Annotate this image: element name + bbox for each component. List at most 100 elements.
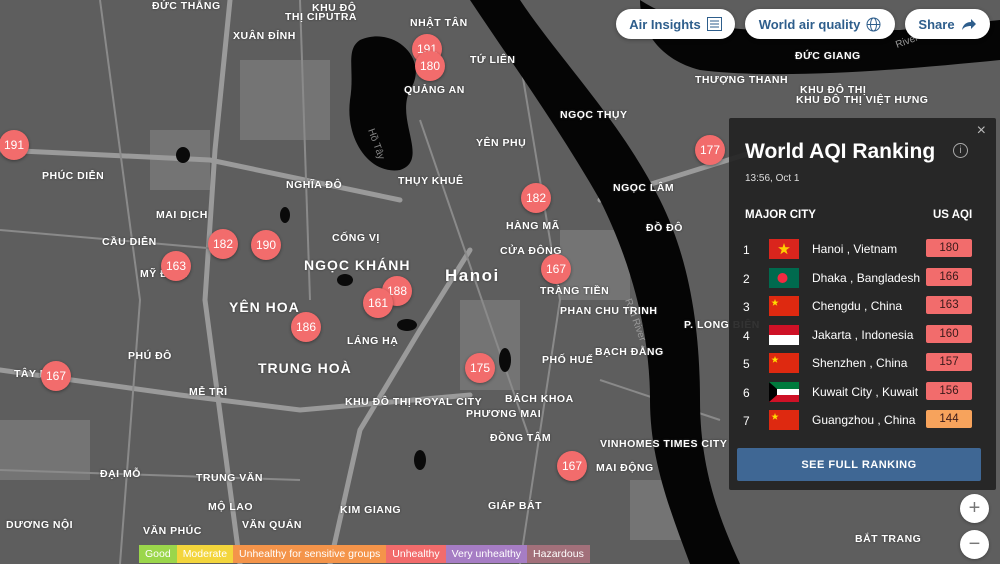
map-place-label: TRUNG HOÀ [258,360,352,376]
panel-title: World AQI Ranking [745,140,936,163]
legend-item: Unhealthy for sensitive groups [233,545,387,563]
aqi-value-badge: 160 [926,324,972,343]
aqi-station-marker[interactable]: 191 [0,130,29,160]
ranking-row[interactable]: 3 Chengdu , China 163 [729,293,996,321]
us-aqi-header: US AQI [933,209,973,221]
air-insights-button[interactable]: Air Insights [616,9,735,39]
map-place-label: VĂN PHÚC [143,525,202,537]
aqi-value-badge: 157 [926,353,972,371]
map-place-label: ĐỨC GIANG [795,50,861,62]
map-place-label: BẮT TRANG [855,533,922,545]
map-place-label: DƯƠNG NỘI [6,519,74,531]
map-place-label: ĐẠI MỖ [100,468,141,480]
aqi-value-badge: 144 [926,410,972,428]
aqi-legend: Good Moderate Unhealthy for sensitive grou… [139,545,590,563]
rank-number: 3 [743,300,750,314]
map-place-label: NHẬT TÂN [410,17,468,29]
close-icon[interactable]: × [977,122,986,140]
map-place-label: GIÁP BÁT [488,500,542,512]
china-flag-icon [769,296,799,316]
map-place-label: THỤY KHUÊ [398,175,464,187]
aqi-station-marker[interactable]: 190 [251,230,281,260]
aqi-station-marker[interactable]: 182 [208,229,238,259]
share-label: Share [918,16,955,32]
map-place-label: KIM GIANG [340,504,402,516]
map-place-label: QUẢNG AN [404,84,465,96]
map-place-label: VINHOMES TIMES CITY [600,438,728,450]
aqi-value-badge: 166 [926,267,972,286]
aqi-station-marker[interactable]: 163 [161,251,191,281]
aqi-station-marker[interactable]: 167 [541,254,571,284]
legend-item: Good [139,545,177,563]
world-air-quality-button[interactable]: World air quality [745,9,895,39]
city-name: Shenzhen , China [812,356,908,370]
city-name: Guangzhou , China [812,413,916,427]
map-place-label: HÀNG MÃ [506,220,560,232]
ranking-row[interactable]: 7 Guangzhou , China 144 [729,407,996,435]
vietnam-flag-icon [769,239,799,259]
city-name: Hanoi , Vietnam [812,242,898,256]
zoom-in-button[interactable]: + [960,494,989,523]
aqi-station-marker[interactable]: 167 [557,451,587,481]
major-city-header: MAJOR CITY [745,209,816,221]
city-name: Chengdu , China [812,299,903,313]
china-flag-icon [769,353,799,373]
map-place-label: YÊN PHỤ [476,137,527,149]
air-insights-label: Air Insights [629,16,701,32]
aqi-station-marker[interactable]: 161 [363,288,393,318]
rank-number: 5 [743,357,750,371]
panel-timestamp: 13:56, Oct 1 [745,173,800,184]
map-place-label: PHỐ HUẾ [542,354,594,366]
aqi-station-marker[interactable]: 180 [415,51,445,81]
rank-number: 1 [743,243,750,257]
map-place-label: MAI ĐỘNG [596,462,654,474]
map-place-label: TRÀNG TIỀN [540,285,610,297]
rank-number: 4 [743,328,750,343]
map-place-label: PHÚC DIỄN [42,170,105,182]
zoom-out-button[interactable]: − [960,530,989,559]
map-place-label: CẦU DIỄN [102,236,157,248]
china-flag-icon [769,410,799,430]
bangladesh-flag-icon [769,267,799,288]
map-place-label: VĂN QUÁN [242,519,303,531]
map-place-label: BÁCH KHOA [505,393,574,405]
map-place-label: NGHĨA ĐÔ [286,179,343,191]
aqi-station-marker[interactable]: 186 [291,312,321,342]
aqi-station-marker[interactable]: 175 [465,353,495,383]
aqi-value-badge: 163 [926,296,972,314]
ranking-row[interactable]: 4 Jakarta , Indonesia 160 [729,322,996,350]
legend-item: Moderate [176,545,234,563]
legend-item: Very unhealthy [445,545,528,563]
map-place-label: XUÂN ĐỈNH [233,30,296,42]
map-place-label: PHÚ ĐÔ [128,350,172,362]
map-place-label: LÁNG HẠ [347,335,399,347]
map-place-label: MỄ TRÌ [189,386,228,398]
aqi-station-marker[interactable]: 177 [695,135,725,165]
rank-number: 2 [743,271,750,286]
map-place-label: KHU ĐÔ THỊ ROYAL CITY [345,396,483,408]
ranking-row[interactable]: 2 Dhaka , Bangladesh 166 [729,265,996,293]
aqi-station-marker[interactable]: 182 [521,183,551,213]
aqi-value-badge: 180 [926,239,972,257]
globe-icon [866,17,881,31]
ranking-row[interactable]: 1 Hanoi , Vietnam 180 [729,236,996,264]
aqi-station-marker[interactable]: 167 [41,361,71,391]
map-place-label: YÊN HOA [229,299,300,315]
map-place-label: MỘ LAO [208,501,253,513]
legend-item: Hazardous [527,545,590,563]
map-place-label: TỨ LIÊN [470,54,516,66]
share-button[interactable]: Share [905,9,990,39]
rank-number: 6 [743,385,750,400]
see-full-ranking-button[interactable]: SEE FULL RANKING [737,448,981,481]
map-place-label: ĐỒNG TÂM [490,432,552,444]
map-place-label: THỊ CIPUTRA [285,11,357,23]
map-place-label: CỐNG VỊ [332,232,380,244]
ranking-row[interactable]: 5 Shenzhen , China 157 [729,350,996,378]
map-place-label: Hanoi [445,266,500,285]
map-place-label: TRUNG VĂN [196,472,263,484]
city-name: Jakarta , Indonesia [812,327,914,342]
map-place-label: ĐỨC THẮNG [152,0,221,12]
info-icon[interactable]: i [953,143,968,158]
map-place-label: KHU ĐÔ THỊ VIỆT HƯNG [796,94,929,106]
ranking-row[interactable]: 6 Kuwait City , Kuwait 156 [729,379,996,407]
